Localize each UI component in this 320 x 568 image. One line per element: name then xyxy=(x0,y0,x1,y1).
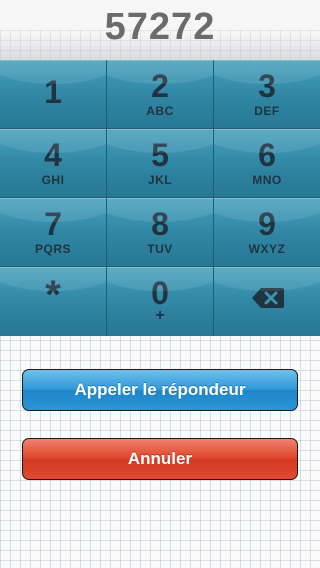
key-1[interactable]: 1 xyxy=(0,60,106,129)
keypad-row: 1 2 ABC 3 DEF xyxy=(0,60,320,129)
keypad-divider xyxy=(0,128,320,129)
key-8[interactable]: 8 TUV xyxy=(107,198,213,267)
key-6[interactable]: 6 MNO xyxy=(214,129,320,198)
keypad-row: 7 PQRS 8 TUV 9 WXYZ xyxy=(0,198,320,267)
call-voicemail-button[interactable]: Appeler le répondeur xyxy=(22,369,298,411)
key-digit: 6 xyxy=(258,137,276,173)
key-plus: + xyxy=(155,307,165,324)
key-digit: 7 xyxy=(44,206,62,242)
key-9[interactable]: 9 WXYZ xyxy=(214,198,320,267)
cancel-button[interactable]: Annuler xyxy=(22,438,298,480)
key-letters: MNO xyxy=(252,173,282,187)
keypad-row: * 0 + xyxy=(0,267,320,336)
key-4[interactable]: 4 GHI xyxy=(0,129,106,198)
backspace-icon xyxy=(252,288,284,308)
key-letters: PQRS xyxy=(34,242,71,256)
key-digit: 2 xyxy=(151,68,169,104)
key-digit: 4 xyxy=(44,137,62,173)
key-digit: 9 xyxy=(258,206,276,242)
key-letters: JKL xyxy=(147,173,173,187)
dial-keypad: 1 2 ABC 3 DEF 4 GHI 5 JKL 6 MNO 7 PQRS 8… xyxy=(0,60,320,336)
keypad-divider xyxy=(213,60,214,336)
key-letters: DEF xyxy=(254,104,280,118)
keypad-divider xyxy=(106,60,107,336)
keypad-row: 4 GHI 5 JKL 6 MNO xyxy=(0,129,320,198)
key-3[interactable]: 3 DEF xyxy=(214,60,320,129)
key-digit: 3 xyxy=(258,68,276,104)
key-5[interactable]: 5 JKL xyxy=(107,129,213,198)
keypad-divider xyxy=(0,266,320,267)
key-letters: WXYZ xyxy=(248,242,286,256)
key-digit: 1 xyxy=(44,74,62,110)
key-2[interactable]: 2 ABC xyxy=(107,60,213,129)
key-digit: 8 xyxy=(151,206,169,242)
dialed-number: 57272 xyxy=(104,6,216,48)
key-letters: TUV xyxy=(147,242,173,256)
key-letters: ABC xyxy=(146,104,174,118)
key-digit: 5 xyxy=(151,137,169,173)
star-symbol: * xyxy=(45,273,61,317)
key-backspace[interactable] xyxy=(214,267,320,336)
key-7[interactable]: 7 PQRS xyxy=(0,198,106,267)
keypad-divider xyxy=(0,197,320,198)
key-letters: GHI xyxy=(41,173,65,187)
number-display: 57272 xyxy=(0,0,320,61)
key-star[interactable]: * xyxy=(0,267,106,336)
key-0[interactable]: 0 + xyxy=(107,267,213,336)
